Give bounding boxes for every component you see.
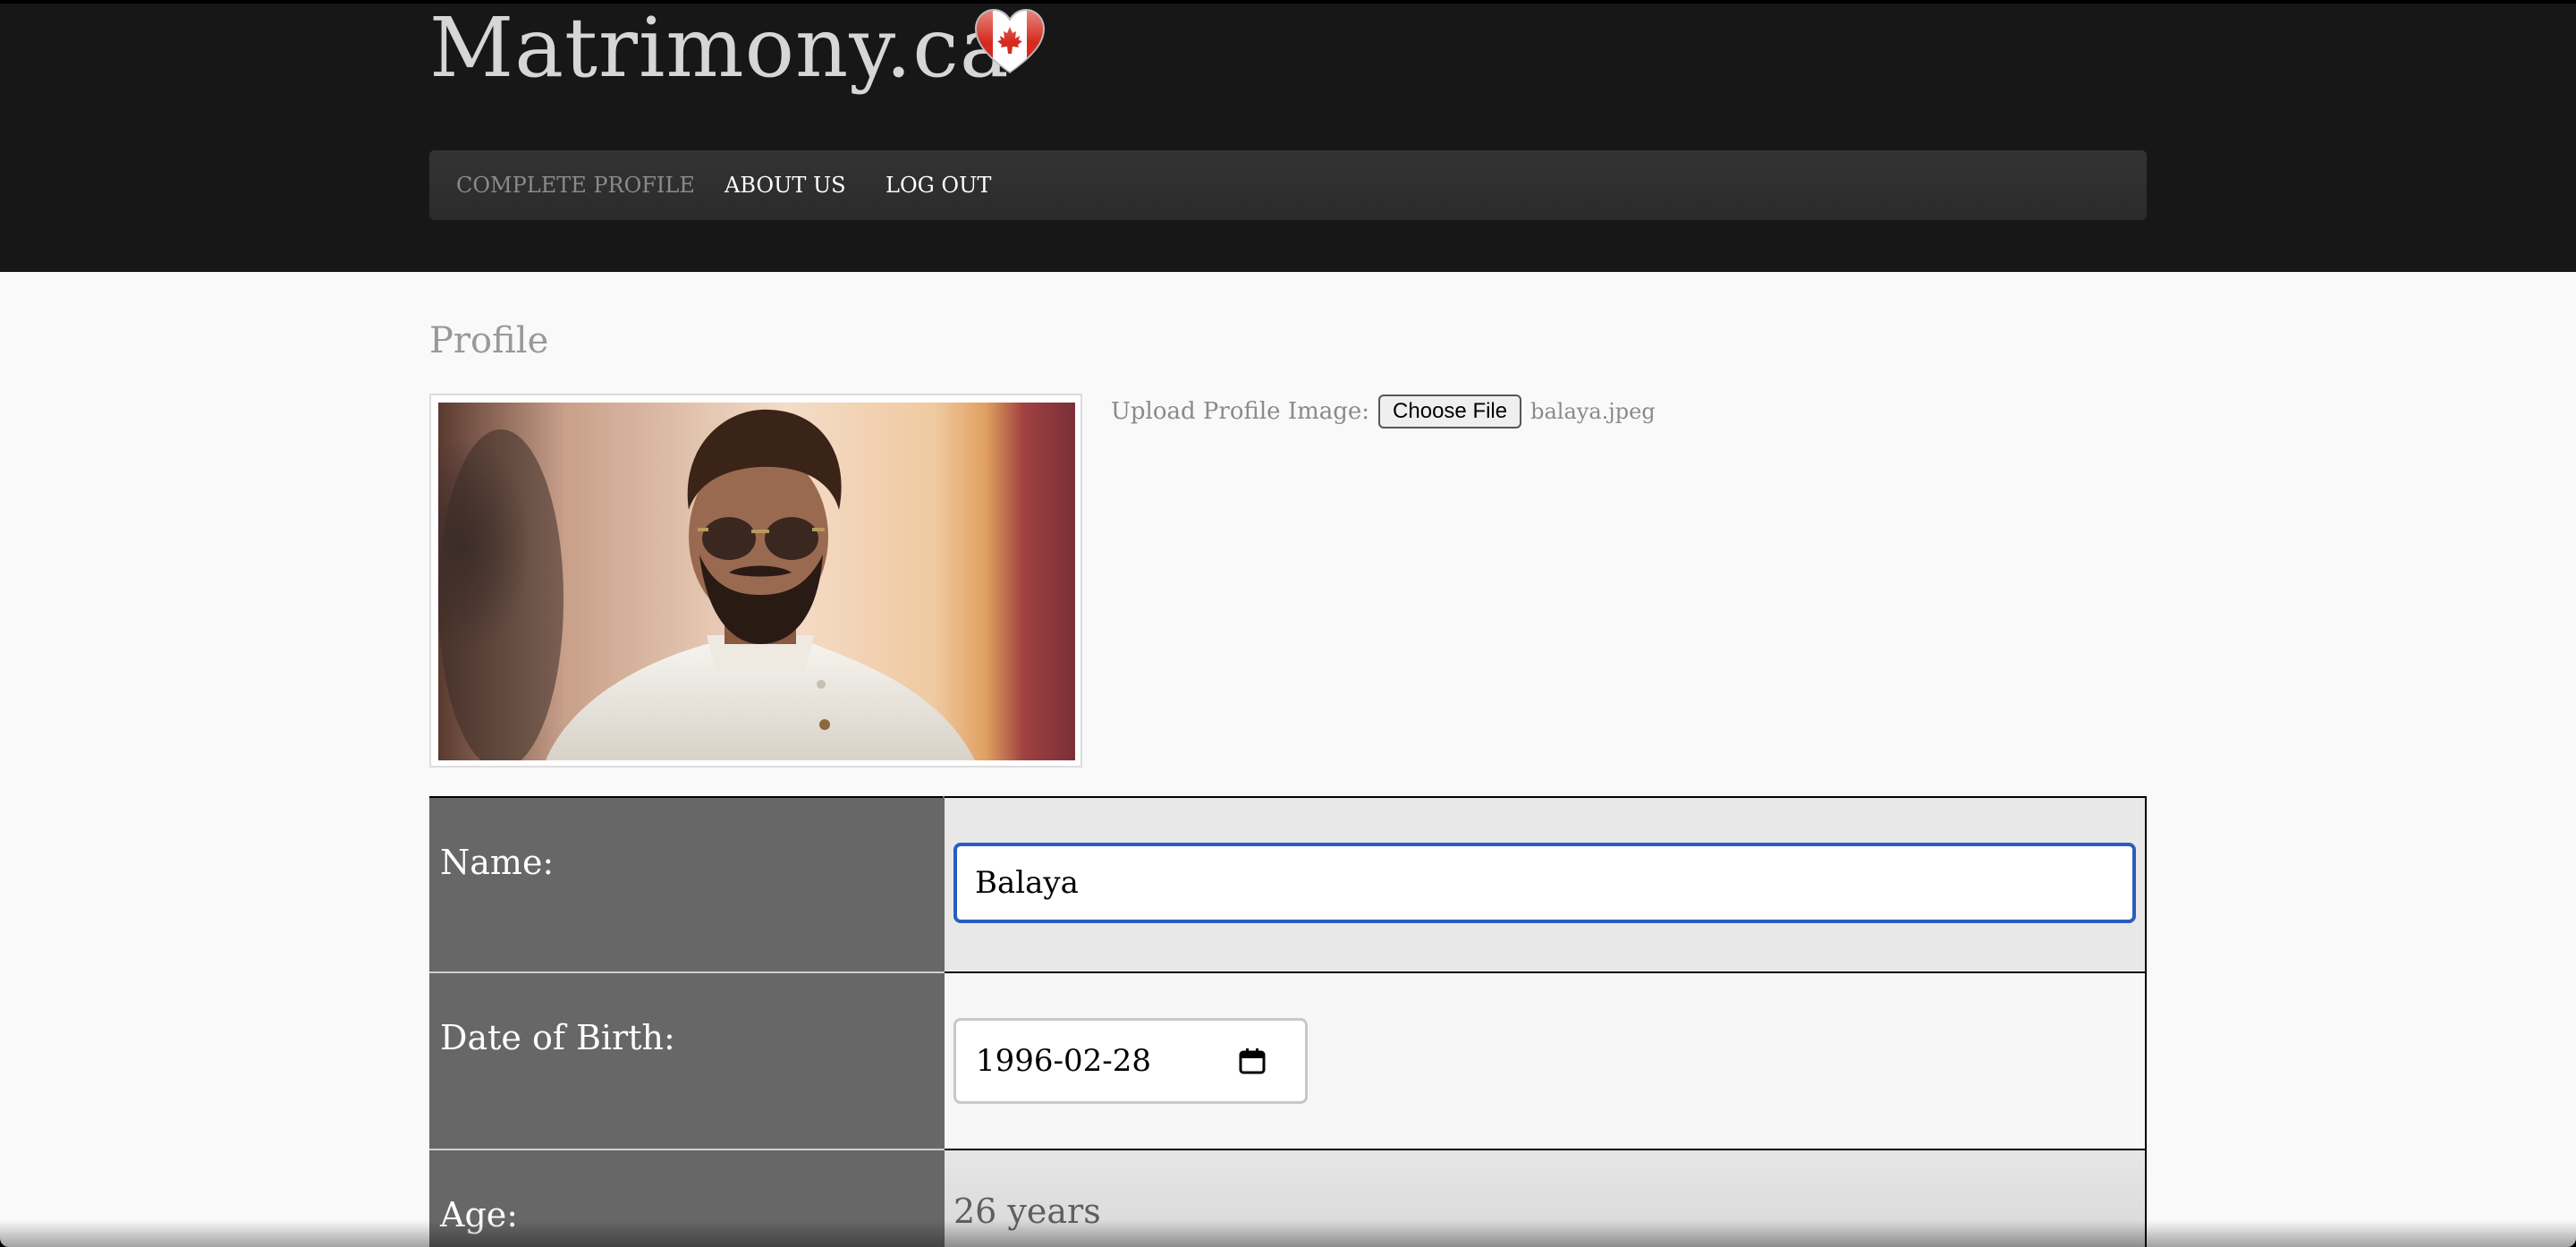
age-value: 26 years bbox=[953, 1192, 1101, 1231]
name-value-cell bbox=[943, 796, 2147, 973]
nav-about-us[interactable]: ABOUT US bbox=[724, 150, 846, 220]
dob-label-cell: Date of Birth: bbox=[429, 971, 945, 1150]
dob-value: 1996-02-28 bbox=[976, 1043, 1152, 1079]
browser-page: Matrimony.ca COMPLETE PROFILE ABOUT US L… bbox=[0, 0, 2576, 1247]
profile-photo-frame bbox=[429, 394, 1082, 768]
selected-file-name: balaya.jpeg bbox=[1530, 399, 1656, 424]
page-title: Profile bbox=[429, 320, 549, 361]
date-of-birth-input[interactable]: 1996-02-28 bbox=[953, 1018, 1308, 1104]
site-title[interactable]: Matrimony.ca bbox=[429, 5, 1010, 91]
name-label: Name: bbox=[440, 843, 555, 882]
table-row: Date of Birth: 1996-02-28 bbox=[429, 971, 2147, 1150]
calendar-icon[interactable] bbox=[1239, 1048, 1266, 1074]
profile-form-table: Name: Date of Birth: 1996-02-28 bbox=[429, 796, 2147, 1247]
age-value-cell: 26 years bbox=[943, 1149, 2147, 1247]
nav-log-out[interactable]: LOG OUT bbox=[886, 150, 991, 220]
name-label-cell: Name: bbox=[429, 796, 945, 973]
age-label: Age: bbox=[440, 1195, 519, 1234]
age-label-cell: Age: bbox=[429, 1149, 945, 1247]
table-row: Name: bbox=[429, 796, 2147, 973]
dob-label: Date of Birth: bbox=[440, 1018, 675, 1057]
table-row: Age: 26 years bbox=[429, 1149, 2147, 1247]
dob-value-cell: 1996-02-28 bbox=[943, 971, 2147, 1150]
profile-photo bbox=[438, 403, 1075, 760]
upload-profile-image-row: Upload Profile Image: Choose File balaya… bbox=[1111, 394, 1656, 429]
site-header: Matrimony.ca COMPLETE PROFILE ABOUT US L… bbox=[0, 0, 2576, 272]
canada-flag-heart-icon bbox=[975, 9, 1045, 73]
name-input[interactable] bbox=[953, 843, 2136, 923]
choose-file-button[interactable]: Choose File bbox=[1378, 394, 1522, 428]
upload-label: Upload Profile Image: bbox=[1111, 398, 1370, 425]
nav-complete-profile[interactable]: COMPLETE PROFILE bbox=[456, 150, 695, 220]
main-navbar: COMPLETE PROFILE ABOUT US LOG OUT bbox=[429, 150, 2147, 220]
